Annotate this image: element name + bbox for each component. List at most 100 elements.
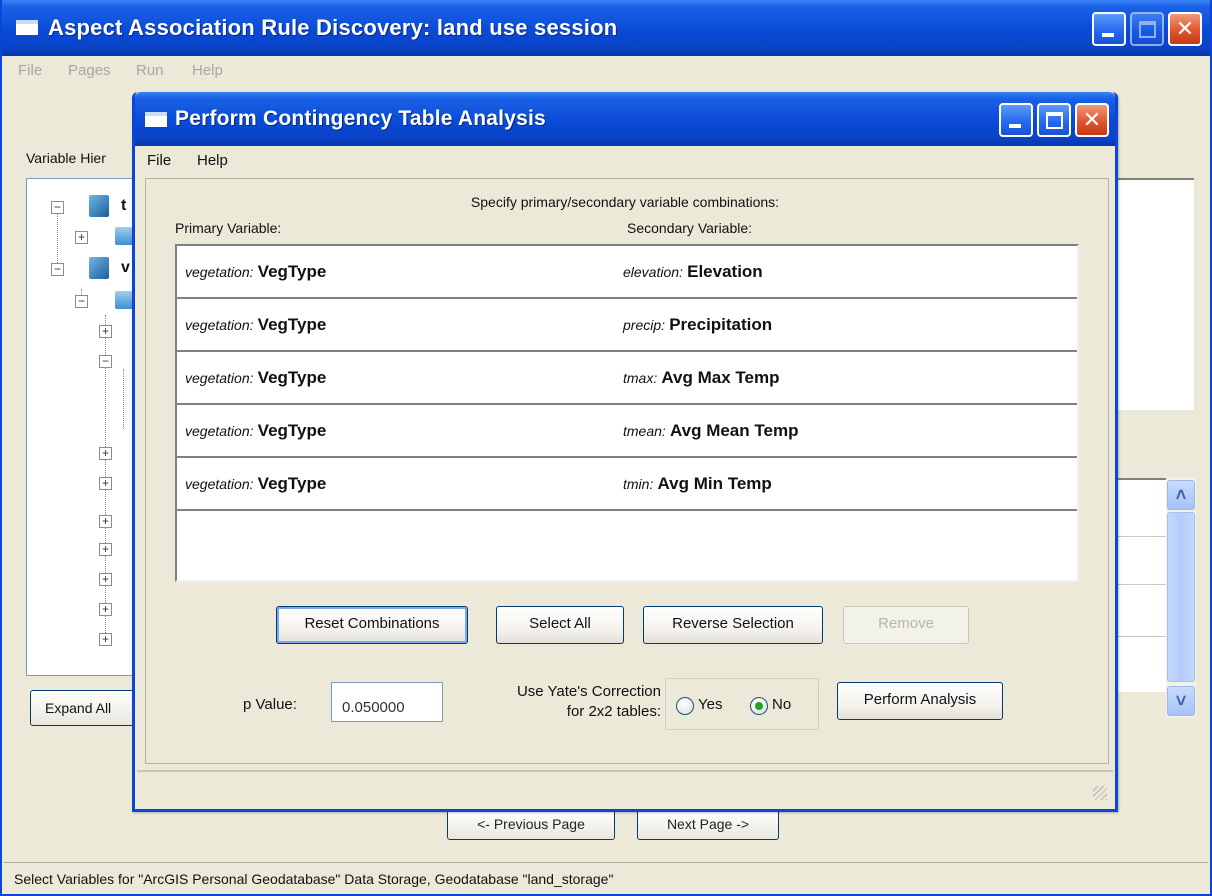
yates-no-label[interactable]: No [772, 696, 791, 713]
tree-expander[interactable]: − [99, 355, 112, 368]
scroll-thumb[interactable] [1167, 512, 1195, 682]
tree-expander[interactable]: + [99, 603, 112, 616]
primary-dataset-prefix: vegetation: [185, 264, 254, 280]
dialog-title: Perform Contingency Table Analysis [175, 107, 546, 130]
main-menu-pages[interactable]: Pages [68, 62, 111, 79]
main-maximize-button[interactable] [1130, 12, 1164, 46]
secondary-variable-name: Avg Min Temp [657, 474, 772, 493]
dialog-titlebar[interactable]: Perform Contingency Table Analysis ✕ [135, 92, 1115, 146]
main-menu-help[interactable]: Help [192, 62, 223, 79]
resize-grip-icon[interactable] [1093, 786, 1107, 800]
tree-expander[interactable]: + [99, 573, 112, 586]
yates-label-line1: Use Yate's Correction [516, 683, 661, 700]
dialog-close-button[interactable]: ✕ [1075, 103, 1109, 137]
main-status-bar: Select Variables for "ArcGIS Personal Ge… [4, 862, 1208, 894]
yates-no-radio[interactable] [750, 697, 768, 715]
secondary-variable-cell: tmean: Avg Mean Temp [623, 421, 798, 441]
secondary-variable-name: Avg Mean Temp [669, 421, 799, 440]
scroll-up-button[interactable]: ˄ [1167, 480, 1195, 510]
tree-expander[interactable]: + [99, 325, 112, 338]
selected-variables-list[interactable] [1114, 478, 1166, 692]
minimize-icon [1102, 33, 1114, 37]
primary-dataset-prefix: vegetation: [185, 423, 254, 439]
reset-combinations-button[interactable]: Reset Combinations [276, 606, 468, 644]
previous-page-button[interactable]: <- Previous Page [447, 810, 615, 840]
tree-expander[interactable]: + [75, 231, 88, 244]
scroll-down-button[interactable]: ˅ [1167, 686, 1195, 716]
primary-variable-name: VegType [257, 262, 327, 281]
vertical-scrollbar[interactable]: ˄ ˅ [1166, 478, 1196, 718]
secondary-variable-name: Precipitation [669, 315, 773, 334]
close-icon: ✕ [1175, 16, 1195, 41]
primary-dataset-prefix: vegetation: [185, 476, 254, 492]
main-minimize-button[interactable] [1092, 12, 1126, 46]
tree-node-label[interactable]: v [121, 259, 130, 277]
main-menu-run[interactable]: Run [136, 62, 164, 79]
maximize-icon [1046, 112, 1063, 129]
tree-expander[interactable]: − [75, 295, 88, 308]
select-all-button[interactable]: Select All [496, 606, 624, 644]
dialog-window-icon [145, 112, 167, 127]
dialog-menubar: File Help [135, 146, 1115, 176]
yates-correction-label: Use Yate's Correction for 2x2 tables: [465, 682, 661, 722]
primary-variable-cell: vegetation: VegType [185, 315, 326, 335]
combination-row[interactable]: vegetation: VegType tmean: Avg Mean Temp [177, 405, 1077, 458]
primary-variable-name: VegType [257, 368, 327, 387]
main-close-button[interactable]: ✕ [1168, 12, 1202, 46]
secondary-variable-header: Secondary Variable: [627, 220, 753, 236]
primary-dataset-prefix: vegetation: [185, 370, 254, 386]
yates-radio-group: Yes No [665, 678, 819, 730]
primary-variable-cell: vegetation: VegType [185, 421, 326, 441]
secondary-variable-cell: elevation: Elevation [623, 262, 763, 282]
remove-button[interactable]: Remove [843, 606, 969, 644]
radio-selected-dot [755, 702, 763, 710]
tree-node-label[interactable]: t [121, 197, 126, 215]
tree-expander[interactable]: + [99, 515, 112, 528]
yates-label-line2: for 2x2 tables: [566, 703, 661, 720]
list-row-divider [1114, 584, 1166, 585]
combination-row[interactable]: vegetation: VegType elevation: Elevation [177, 246, 1077, 299]
chevron-up-icon: ˄ [1175, 485, 1187, 505]
tree-expander[interactable]: + [99, 447, 112, 460]
table-icon [89, 195, 109, 217]
tree-connector [123, 369, 124, 429]
dialog-minimize-button[interactable] [999, 103, 1033, 137]
combination-row[interactable]: vegetation: VegType precip: Precipitatio… [177, 299, 1077, 352]
tree-expander[interactable]: + [99, 633, 112, 646]
tree-expander[interactable]: + [99, 477, 112, 490]
main-titlebar[interactable]: Aspect Association Rule Discovery: land … [2, 0, 1210, 56]
yates-yes-radio[interactable] [676, 697, 694, 715]
secondary-dataset-prefix: tmin: [623, 476, 654, 492]
reverse-selection-button[interactable]: Reverse Selection [643, 606, 823, 644]
dialog-menu-help[interactable]: Help [197, 152, 228, 169]
chevron-down-icon: ˅ [1175, 691, 1187, 711]
combination-list[interactable]: vegetation: VegType elevation: Elevation… [175, 244, 1079, 582]
close-icon: ✕ [1082, 107, 1102, 132]
p-value-input[interactable] [331, 682, 443, 722]
primary-variable-cell: vegetation: VegType [185, 368, 326, 388]
list-row-divider [1114, 536, 1166, 537]
contingency-analysis-dialog: Perform Contingency Table Analysis ✕ Fil… [132, 92, 1118, 812]
list-row-divider [1114, 636, 1166, 637]
next-page-button[interactable]: Next Page -> [637, 810, 779, 840]
secondary-variable-name: Avg Max Temp [661, 368, 780, 387]
tree-expander[interactable]: − [51, 201, 64, 214]
variable-hierarchy-label: Variable Hier [26, 150, 106, 166]
main-menu-file[interactable]: File [18, 62, 42, 79]
status-text: Select Variables for "ArcGIS Personal Ge… [14, 871, 614, 887]
dialog-maximize-button[interactable] [1037, 103, 1071, 137]
secondary-dataset-prefix: tmax: [623, 370, 658, 386]
minimize-icon [1009, 124, 1021, 128]
secondary-variable-cell: tmin: Avg Min Temp [623, 474, 772, 494]
combination-row[interactable]: vegetation: VegType tmin: Avg Min Temp [177, 458, 1077, 511]
main-menubar: File Pages Run Help [2, 56, 1210, 86]
tree-expander[interactable]: − [51, 263, 64, 276]
combination-row[interactable]: vegetation: VegType tmax: Avg Max Temp [177, 352, 1077, 405]
perform-analysis-button[interactable]: Perform Analysis [837, 682, 1003, 720]
primary-variable-header: Primary Variable: [175, 220, 282, 236]
dialog-menu-file[interactable]: File [147, 152, 171, 169]
secondary-dataset-prefix: elevation: [623, 264, 683, 280]
yates-yes-label[interactable]: Yes [698, 696, 722, 713]
secondary-variable-cell: precip: Precipitation [623, 315, 772, 335]
tree-expander[interactable]: + [99, 543, 112, 556]
